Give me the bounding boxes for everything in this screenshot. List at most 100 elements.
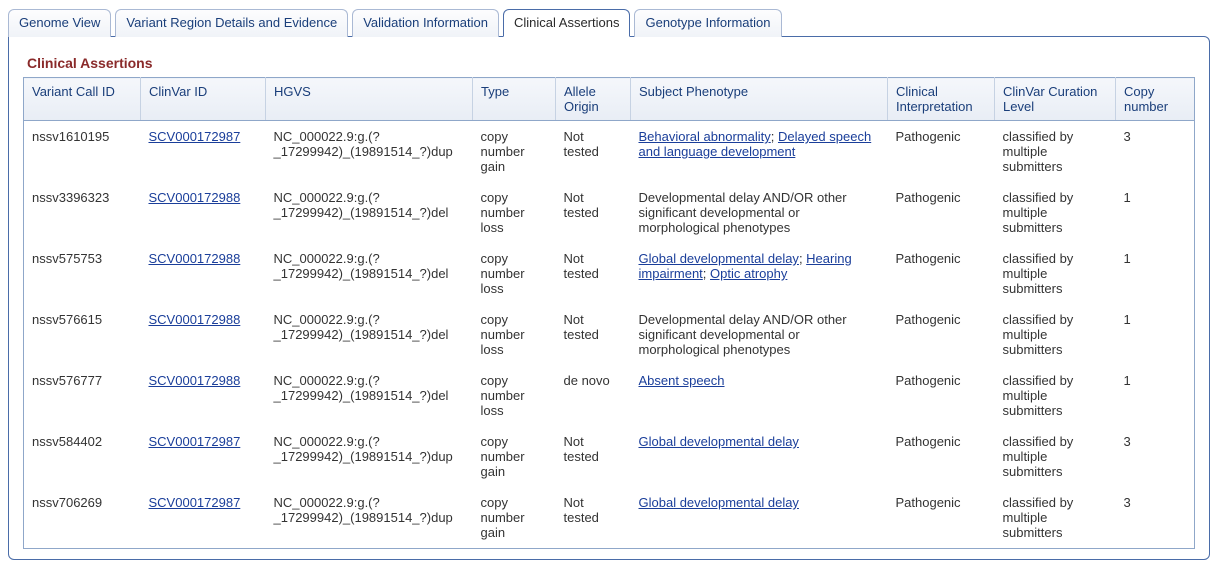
clinical-assertions-panel: Clinical Assertions Variant Call ID Clin…: [8, 36, 1210, 560]
cell-subject-phenotype: Global developmental delay; Hearing impa…: [631, 243, 888, 304]
cell-allele-origin: Not tested: [556, 426, 631, 487]
clinvar-link[interactable]: SCV000172987: [149, 129, 241, 144]
tab-variant-region-details-and-evidence[interactable]: Variant Region Details and Evidence: [115, 9, 348, 37]
cell-clinvar-curation-level: classified by multiple submitters: [995, 304, 1116, 365]
cell-copy-number: 1: [1116, 304, 1195, 365]
cell-subject-phenotype: Behavioral abnormality; Delayed speech a…: [631, 121, 888, 183]
cell-clinvar-curation-level: classified by multiple submitters: [995, 182, 1116, 243]
clinvar-link[interactable]: SCV000172988: [149, 190, 241, 205]
cell-clinvar-id: SCV000172988: [141, 182, 266, 243]
cell-clinvar-id: SCV000172987: [141, 121, 266, 183]
table-row: nssv1610195 SCV000172987 NC_000022.9:g.(?_…: [24, 121, 1195, 183]
col-header-subject-phenotype[interactable]: Subject Phenotype: [631, 78, 888, 121]
tab-genome-view[interactable]: Genome View: [8, 9, 111, 37]
cell-allele-origin: de novo: [556, 365, 631, 426]
phenotype-text: Developmental delay AND/OR other signifi…: [639, 190, 847, 235]
cell-hgvs: NC_000022.9:g.(?_17299942)_(19891514_?)d…: [266, 182, 473, 243]
cell-copy-number: 1: [1116, 365, 1195, 426]
cell-allele-origin: Not tested: [556, 121, 631, 183]
cell-subject-phenotype: Developmental delay AND/OR other signifi…: [631, 182, 888, 243]
cell-variant-call-id: nssv576777: [24, 365, 141, 426]
cell-clinvar-id: SCV000172987: [141, 426, 266, 487]
table-row: nssv575753 SCV000172988 NC_000022.9:g.(?_1…: [24, 243, 1195, 304]
cell-copy-number: 3: [1116, 426, 1195, 487]
tab-validation-information[interactable]: Validation Information: [352, 9, 499, 37]
col-header-allele-origin[interactable]: Allele Origin: [556, 78, 631, 121]
clinvar-link[interactable]: SCV000172987: [149, 495, 241, 510]
cell-type: copy number gain: [473, 426, 556, 487]
clinvar-link[interactable]: SCV000172987: [149, 434, 241, 449]
cell-clinvar-id: SCV000172988: [141, 243, 266, 304]
tab-bar: Genome ViewVariant Region Details and Ev…: [8, 8, 1210, 36]
cell-type: copy number gain: [473, 487, 556, 549]
cell-clinvar-id: SCV000172988: [141, 304, 266, 365]
phenotype-link[interactable]: Global developmental delay: [639, 251, 799, 266]
cell-copy-number: 3: [1116, 487, 1195, 549]
col-header-clinvar-id[interactable]: ClinVar ID: [141, 78, 266, 121]
cell-type: copy number gain: [473, 121, 556, 183]
table-row: nssv706269 SCV000172987 NC_000022.9:g.(?_1…: [24, 487, 1195, 549]
cell-clinical-interpretation: Pathogenic: [888, 121, 995, 183]
col-header-clinvar-curation-level[interactable]: ClinVar Curation Level: [995, 78, 1116, 121]
cell-allele-origin: Not tested: [556, 182, 631, 243]
phenotype-text: Developmental delay AND/OR other signifi…: [639, 312, 847, 357]
table-row: nssv584402 SCV000172987 NC_000022.9:g.(?_1…: [24, 426, 1195, 487]
cell-clinvar-curation-level: classified by multiple submitters: [995, 121, 1116, 183]
cell-allele-origin: Not tested: [556, 243, 631, 304]
phenotype-link[interactable]: Optic atrophy: [710, 266, 787, 281]
cell-clinvar-curation-level: classified by multiple submitters: [995, 426, 1116, 487]
cell-clinvar-id: SCV000172987: [141, 487, 266, 549]
cell-hgvs: NC_000022.9:g.(?_17299942)_(19891514_?)d…: [266, 365, 473, 426]
clinvar-link[interactable]: SCV000172988: [149, 373, 241, 388]
tab-clinical-assertions[interactable]: Clinical Assertions: [503, 9, 631, 37]
cell-variant-call-id: nssv584402: [24, 426, 141, 487]
col-header-hgvs[interactable]: HGVS: [266, 78, 473, 121]
cell-clinvar-curation-level: classified by multiple submitters: [995, 487, 1116, 549]
cell-variant-call-id: nssv575753: [24, 243, 141, 304]
cell-hgvs: NC_000022.9:g.(?_17299942)_(19891514_?)d…: [266, 487, 473, 549]
col-header-variant-call-id[interactable]: Variant Call ID: [24, 78, 141, 121]
cell-hgvs: NC_000022.9:g.(?_17299942)_(19891514_?)d…: [266, 426, 473, 487]
cell-type: copy number loss: [473, 182, 556, 243]
cell-clinical-interpretation: Pathogenic: [888, 304, 995, 365]
cell-type: copy number loss: [473, 304, 556, 365]
cell-variant-call-id: nssv3396323: [24, 182, 141, 243]
cell-type: copy number loss: [473, 243, 556, 304]
cell-clinical-interpretation: Pathogenic: [888, 365, 995, 426]
tab-genotype-information[interactable]: Genotype Information: [634, 9, 781, 37]
cell-copy-number: 3: [1116, 121, 1195, 183]
cell-clinical-interpretation: Pathogenic: [888, 182, 995, 243]
phenotype-link[interactable]: Global developmental delay: [639, 495, 799, 510]
cell-copy-number: 1: [1116, 182, 1195, 243]
panel-title: Clinical Assertions: [27, 55, 1195, 71]
cell-clinical-interpretation: Pathogenic: [888, 243, 995, 304]
cell-subject-phenotype: Developmental delay AND/OR other signifi…: [631, 304, 888, 365]
col-header-type[interactable]: Type: [473, 78, 556, 121]
phenotype-link[interactable]: Absent speech: [639, 373, 725, 388]
table-row: nssv576777 SCV000172988 NC_000022.9:g.(?_1…: [24, 365, 1195, 426]
cell-hgvs: NC_000022.9:g.(?_17299942)_(19891514_?)d…: [266, 243, 473, 304]
separator: ;: [771, 129, 778, 144]
cell-subject-phenotype: Absent speech: [631, 365, 888, 426]
cell-subject-phenotype: Global developmental delay: [631, 487, 888, 549]
cell-subject-phenotype: Global developmental delay: [631, 426, 888, 487]
cell-allele-origin: Not tested: [556, 487, 631, 549]
separator: ;: [703, 266, 710, 281]
phenotype-link[interactable]: Global developmental delay: [639, 434, 799, 449]
cell-hgvs: NC_000022.9:g.(?_17299942)_(19891514_?)d…: [266, 304, 473, 365]
cell-variant-call-id: nssv706269: [24, 487, 141, 549]
cell-clinical-interpretation: Pathogenic: [888, 426, 995, 487]
cell-copy-number: 1: [1116, 243, 1195, 304]
clinvar-link[interactable]: SCV000172988: [149, 312, 241, 327]
cell-clinvar-curation-level: classified by multiple submitters: [995, 365, 1116, 426]
cell-hgvs: NC_000022.9:g.(?_17299942)_(19891514_?)d…: [266, 121, 473, 183]
col-header-copy-number[interactable]: Copy number: [1116, 78, 1195, 121]
phenotype-link[interactable]: Behavioral abnormality: [639, 129, 771, 144]
table-header-row: Variant Call ID ClinVar ID HGVS Type All…: [24, 78, 1195, 121]
cell-clinical-interpretation: Pathogenic: [888, 487, 995, 549]
cell-type: copy number loss: [473, 365, 556, 426]
cell-clinvar-curation-level: classified by multiple submitters: [995, 243, 1116, 304]
cell-variant-call-id: nssv1610195: [24, 121, 141, 183]
clinvar-link[interactable]: SCV000172988: [149, 251, 241, 266]
col-header-clinical-interpretation[interactable]: Clinical Interpretation: [888, 78, 995, 121]
